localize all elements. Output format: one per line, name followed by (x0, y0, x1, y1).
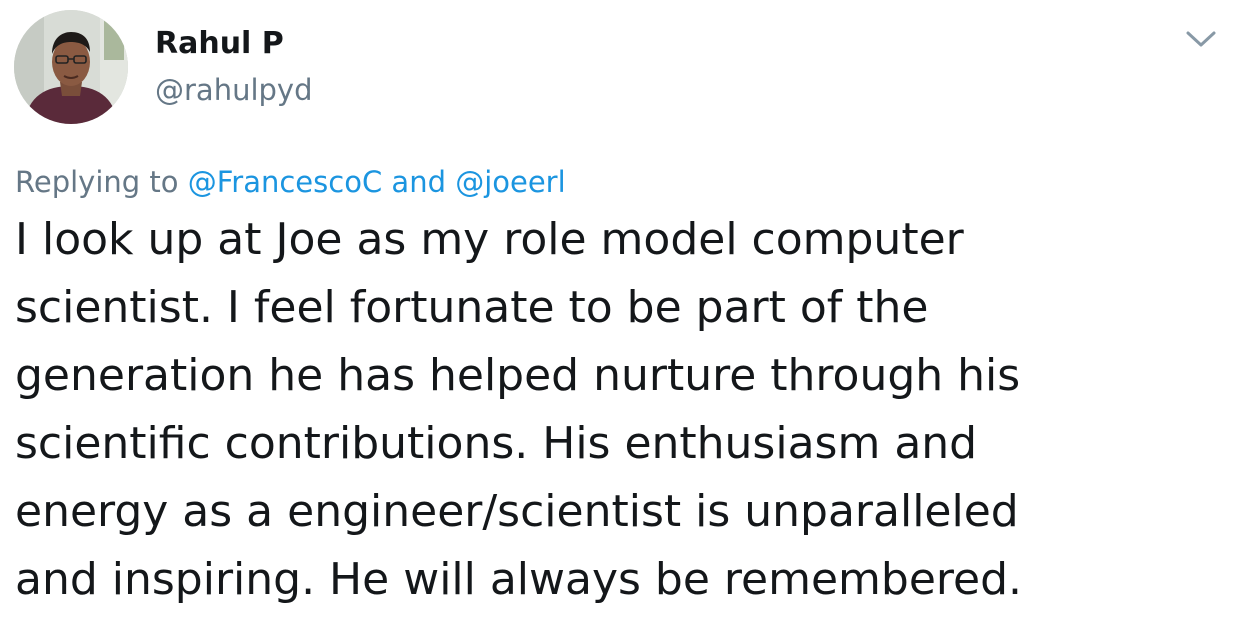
mention-link-francescoc[interactable]: @FrancescoC (188, 165, 382, 199)
tweet-card: Rahul P @rahulpyd Replying to @Francesco… (0, 0, 1236, 633)
replying-to-conjunction: and (382, 165, 456, 199)
tweet-text: I look up at Joe as my role model comput… (15, 214, 1023, 605)
display-name[interactable]: Rahul P (155, 24, 284, 64)
tweet-menu-button[interactable] (1184, 26, 1218, 52)
replying-to-line: Replying to @FrancescoC and @joeerl (15, 162, 566, 202)
mention-link-joeerl[interactable]: @joeerl (455, 165, 565, 199)
user-handle[interactable]: @rahulpyd (155, 70, 313, 110)
chevron-down-icon (1186, 31, 1216, 47)
replying-to-label: Replying to (15, 165, 188, 199)
avatar[interactable] (14, 10, 128, 124)
user-avatar-photo-icon (14, 10, 128, 124)
